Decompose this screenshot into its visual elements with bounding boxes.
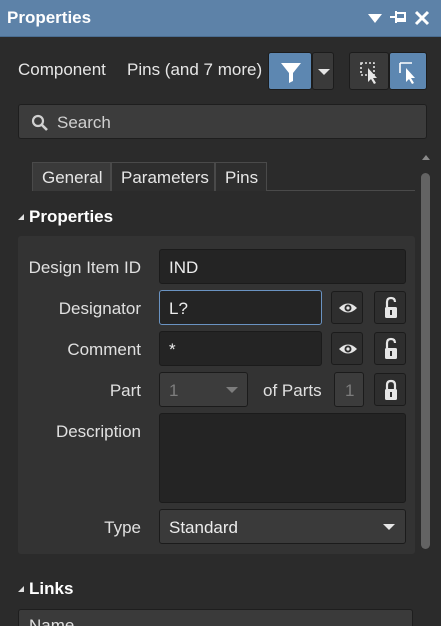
type-select[interactable]: Standard [159,509,406,544]
collapse-triangle-icon [18,214,24,220]
chevron-down-icon [318,69,330,75]
filter-summary-label[interactable]: Pins (and 7 more) [127,60,262,80]
select-objects-button[interactable] [349,52,389,90]
designator-label: Designator [58,299,141,318]
of-parts-value: 1 [334,372,364,407]
comment-field[interactable]: * [159,331,322,366]
selection-cursor-icon [399,62,415,84]
selection-mode-button[interactable] [389,52,427,90]
description-field[interactable] [159,413,406,503]
search-placeholder: Search [57,113,111,132]
scrollbar-thumb[interactable] [421,173,430,549]
lock-icon [385,379,397,400]
object-kind-label: Component [18,60,106,79]
part-lock-button[interactable] [374,373,406,406]
design-item-id-label: Design Item ID [28,258,141,277]
filter-button[interactable] [268,52,312,90]
chevron-down-icon [226,387,238,393]
search-icon [31,114,48,131]
tab-general[interactable]: General [32,162,111,191]
eye-icon [339,303,357,313]
comment-visibility-button[interactable] [331,332,363,365]
close-icon[interactable] [413,9,431,27]
type-label: Type [104,518,141,537]
unlock-icon [385,337,397,359]
panel-titlebar: Properties [0,0,441,37]
tab-parameters[interactable]: Parameters [111,162,215,191]
designator-visibility-button[interactable] [331,291,363,324]
scroll-up-arrow-icon[interactable] [421,153,431,161]
panel-title: Properties [7,8,92,27]
designator-field[interactable]: L? [159,290,322,325]
type-select-value: Standard [169,518,238,537]
pin-panel-icon[interactable] [389,9,407,27]
links-section-title: Links [29,579,74,598]
of-parts-label: of Parts [263,381,322,400]
designator-lock-button[interactable] [374,291,406,324]
links-section-header[interactable]: Links [18,579,73,599]
panel-menu-dropdown-icon[interactable] [366,9,384,27]
search-input[interactable]: Search [18,104,427,139]
unlock-icon [385,296,397,318]
eye-icon [339,344,357,354]
comment-lock-button[interactable] [374,332,406,365]
select-objects-icon [360,62,377,84]
tab-pins[interactable]: Pins [215,162,267,191]
part-select-value: 1 [169,381,179,400]
comment-label: Comment [67,340,141,359]
description-label: Description [55,422,141,441]
properties-section-title: Properties [29,207,114,226]
chevron-down-icon [383,524,395,530]
part-label: Part [109,381,141,400]
links-column-header-name[interactable]: Name [29,616,74,626]
design-item-id-field[interactable]: IND [159,249,406,284]
filter-dropdown-button[interactable] [312,52,334,90]
filter-icon [281,63,301,83]
properties-section-header[interactable]: Properties [18,207,113,227]
part-select: 1 [159,372,248,407]
links-table: Name [18,609,413,626]
collapse-triangle-icon [18,586,24,592]
